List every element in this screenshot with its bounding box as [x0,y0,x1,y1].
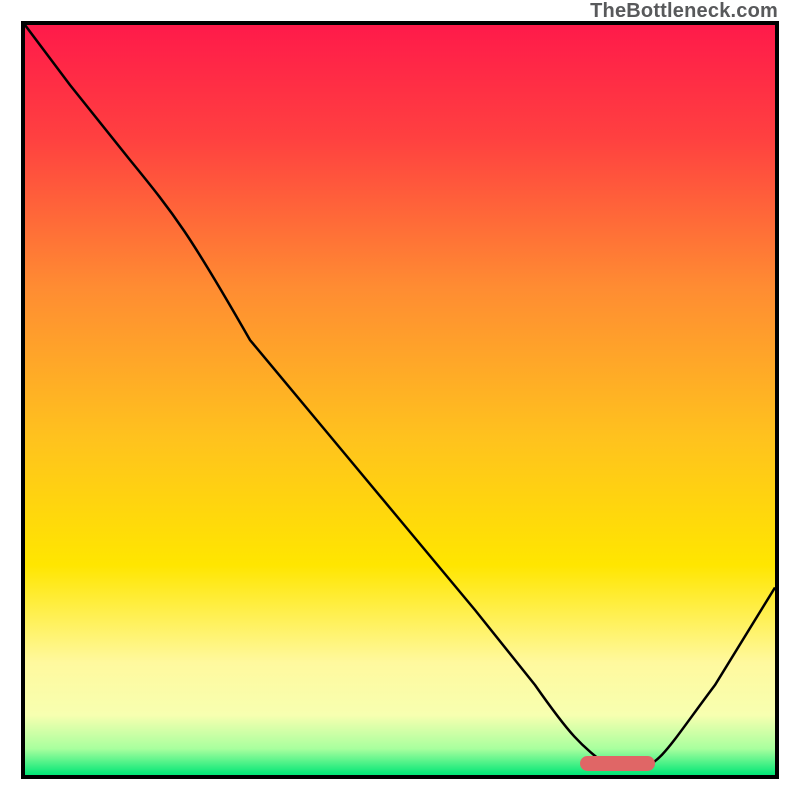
optimal-range-bar [580,756,655,771]
curve-layer [25,25,775,775]
plot-area [21,21,779,779]
chart-frame: TheBottleneck.com [0,0,800,800]
bottleneck-curve [25,25,775,768]
attribution-label: TheBottleneck.com [590,0,778,23]
